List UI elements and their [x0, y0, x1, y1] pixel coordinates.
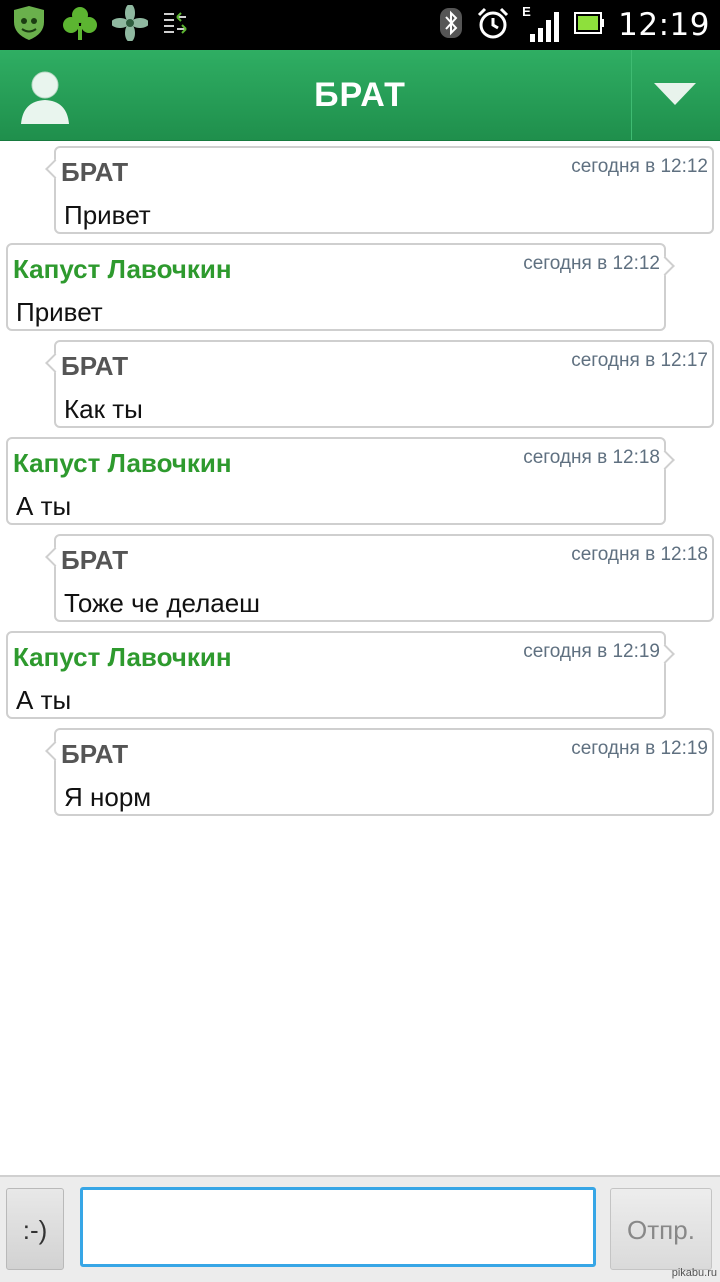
alarm-icon	[476, 6, 510, 45]
message-time: сегодня в 12:18	[523, 447, 660, 468]
notification-icons	[10, 3, 188, 46]
message-text: А ты	[16, 491, 72, 521]
emoticon-button[interactable]: :-)	[6, 1188, 64, 1270]
message-sender: БРАТ	[61, 351, 129, 381]
message-time: сегодня в 12:19	[571, 738, 708, 759]
message-bubble: Капуст Лавочкин сегодня в 12:12 Привет	[6, 243, 675, 331]
flower-icon	[111, 3, 149, 46]
sync-icon	[162, 10, 188, 41]
message-time: сегодня в 12:19	[523, 641, 660, 662]
message-text: Привет	[16, 297, 103, 327]
send-button[interactable]: Отпр.	[610, 1188, 712, 1270]
watermark: pikabu.ru	[671, 1267, 717, 1279]
message-sender: Капуст Лавочкин	[13, 642, 232, 672]
message-text: Как ты	[64, 394, 143, 424]
message-input[interactable]	[80, 1187, 596, 1267]
message-sender: Капуст Лавочкин	[13, 448, 232, 478]
message-time: сегодня в 12:12	[571, 156, 708, 177]
message-bubble: БРАТ сегодня в 12:17 Как ты	[45, 340, 714, 428]
message-text: Тоже че делаеш	[64, 588, 261, 618]
message-sender: БРАТ	[61, 545, 129, 575]
system-icons: E 12:19	[440, 0, 710, 50]
battery-icon	[574, 10, 605, 41]
message-bubble: БРАТ сегодня в 12:18 Тоже че делаеш	[45, 534, 714, 622]
message-text: А ты	[16, 685, 72, 715]
message-text: Привет	[64, 200, 151, 230]
message-bubble: Капуст Лавочкин сегодня в 12:19 А ты	[6, 631, 675, 719]
chat-header: БРАТ	[0, 50, 720, 141]
app-shield-icon	[10, 5, 48, 45]
signal-icon: E	[522, 4, 560, 42]
message-bubble: БРАТ сегодня в 12:12 Привет	[45, 146, 714, 234]
message-list[interactable]: БРАТ сегодня в 12:12 Привет Капуст Лавоч…	[0, 140, 720, 1175]
message-sender: Капуст Лавочкин	[13, 254, 232, 284]
bluetooth-icon	[440, 7, 463, 43]
message-bubble: Капуст Лавочкин сегодня в 12:18 А ты	[6, 437, 675, 525]
chat-title: БРАТ	[314, 76, 406, 114]
message-sender: БРАТ	[61, 157, 129, 187]
message-time: сегодня в 12:18	[571, 544, 708, 565]
message-time: сегодня в 12:17	[571, 350, 708, 371]
clover-icon	[62, 6, 98, 45]
status-time: 12:19	[618, 7, 710, 43]
message-bubble: БРАТ сегодня в 12:19 Я норм	[45, 728, 714, 816]
message-sender: БРАТ	[61, 739, 129, 769]
status-bar: E 12:19	[0, 0, 720, 50]
message-text: Я норм	[64, 782, 152, 812]
message-time: сегодня в 12:12	[523, 253, 660, 274]
user-avatar-icon[interactable]	[18, 68, 72, 124]
menu-button[interactable]	[631, 50, 720, 140]
composer-bar: :-) Отпр.	[0, 1175, 720, 1282]
